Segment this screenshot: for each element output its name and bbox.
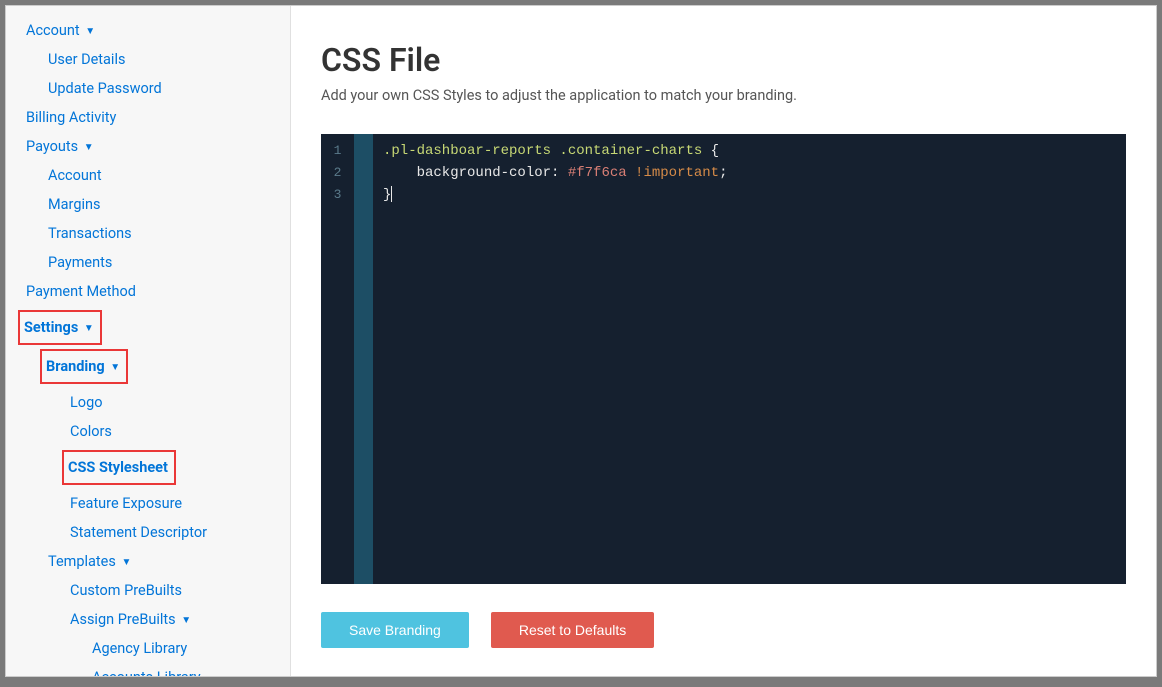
nav-templates[interactable]: Templates ▼: [6, 547, 290, 576]
nav-payouts-payments[interactable]: Payments: [6, 248, 290, 277]
nav-billing-activity[interactable]: Billing Activity: [6, 103, 290, 132]
caret-down-icon: ▼: [121, 557, 131, 568]
highlight-branding: Branding ▼: [44, 349, 290, 384]
sidebar: Account ▼ User Details Update Password B…: [6, 6, 291, 676]
nav-branding-logo[interactable]: Logo: [6, 388, 290, 417]
editor-gutter: 1 2 3: [321, 134, 355, 584]
line-number: 2: [321, 162, 354, 184]
button-row: Save Branding Reset to Defaults: [321, 612, 1126, 648]
caret-down-icon: ▼: [181, 615, 191, 626]
nav-settings[interactable]: Settings ▼: [22, 313, 94, 342]
nav-payouts-margins[interactable]: Margins: [6, 190, 290, 219]
nav-payouts[interactable]: Payouts ▼: [6, 132, 290, 161]
page-subtitle: Add your own CSS Styles to adjust the ap…: [321, 87, 1126, 104]
highlight-css-stylesheet: CSS Stylesheet: [66, 450, 290, 485]
nav-templates-custom[interactable]: Custom PreBuilts: [6, 576, 290, 605]
code-line: background-color: #f7f6ca !important;: [383, 162, 1116, 184]
nav-branding-label: Branding: [46, 358, 105, 375]
nav-account-label: Account: [26, 22, 80, 39]
code-line: }: [383, 184, 1116, 206]
page-title: CSS File: [321, 41, 1126, 79]
caret-down-icon: ▼: [84, 323, 94, 334]
nav-payment-method[interactable]: Payment Method: [6, 277, 290, 306]
nav-settings-label: Settings: [24, 319, 78, 336]
reset-defaults-button[interactable]: Reset to Defaults: [491, 612, 654, 648]
highlight-settings: Settings ▼: [22, 310, 290, 345]
code-line: .pl-dashboar-reports .container-charts {: [383, 140, 1116, 162]
nav-branding-statement[interactable]: Statement Descriptor: [6, 518, 290, 547]
editor-content[interactable]: .pl-dashboar-reports .container-charts {…: [373, 134, 1126, 584]
caret-down-icon: ▼: [84, 142, 94, 153]
nav-templates-assign-label: Assign PreBuilts: [70, 611, 176, 628]
main-content: CSS File Add your own CSS Styles to adju…: [291, 6, 1156, 676]
nav-account[interactable]: Account ▼: [6, 16, 290, 45]
editor-gutter-stripe: [355, 134, 373, 584]
app-frame: Account ▼ User Details Update Password B…: [5, 5, 1157, 677]
nav-branding-feature[interactable]: Feature Exposure: [6, 489, 290, 518]
nav-payouts-label: Payouts: [26, 138, 78, 155]
caret-down-icon: ▼: [85, 26, 95, 37]
nav-branding[interactable]: Branding ▼: [44, 352, 120, 381]
nav-branding-colors[interactable]: Colors: [6, 417, 290, 446]
nav-payouts-transactions[interactable]: Transactions: [6, 219, 290, 248]
line-number: 1: [321, 140, 354, 162]
line-number: 3: [321, 184, 354, 206]
nav-user-details[interactable]: User Details: [6, 45, 290, 74]
nav-templates-accounts[interactable]: Accounts Library: [6, 663, 290, 676]
nav-branding-css[interactable]: CSS Stylesheet: [66, 453, 168, 482]
nav-payouts-account[interactable]: Account: [6, 161, 290, 190]
caret-down-icon: ▼: [110, 362, 120, 373]
save-branding-button[interactable]: Save Branding: [321, 612, 469, 648]
nav-templates-assign[interactable]: Assign PreBuilts ▼: [6, 605, 290, 634]
nav-update-password[interactable]: Update Password: [6, 74, 290, 103]
nav-templates-agency[interactable]: Agency Library: [6, 634, 290, 663]
cursor-icon: [391, 186, 392, 202]
nav-templates-label: Templates: [48, 553, 116, 570]
css-code-editor[interactable]: 1 2 3 .pl-dashboar-reports .container-ch…: [321, 134, 1126, 584]
